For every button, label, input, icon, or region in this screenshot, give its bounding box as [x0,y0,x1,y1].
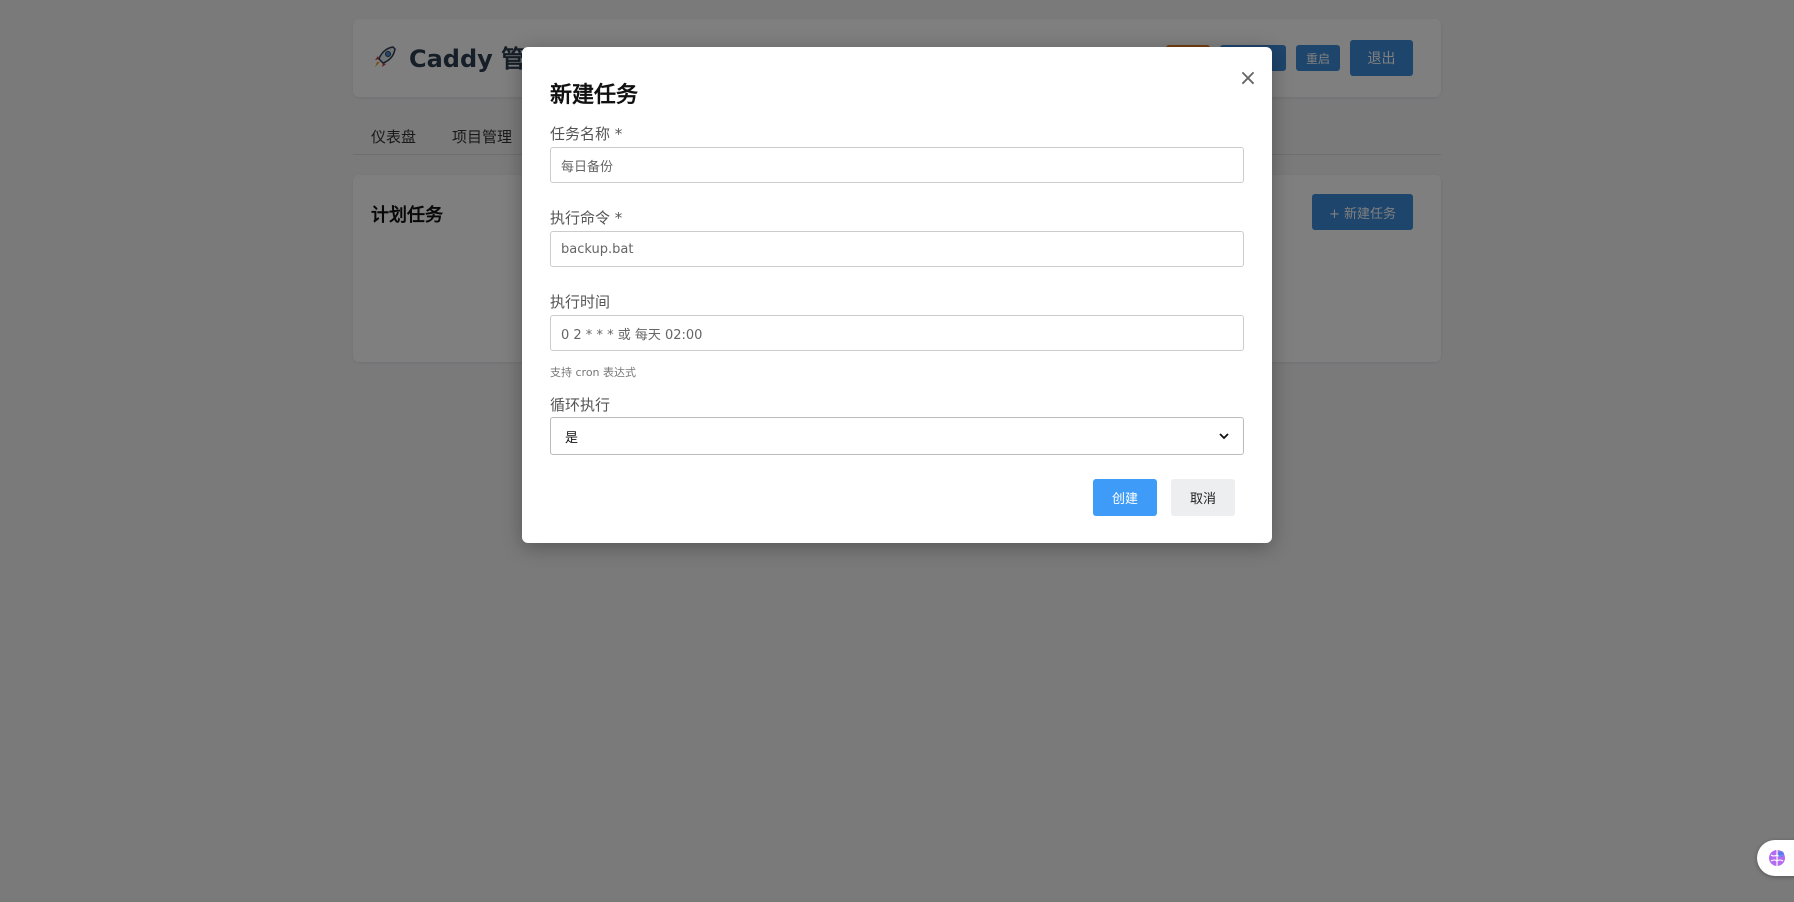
command-label: 执行命令 * [550,209,623,227]
chevron-down-icon [1219,433,1229,440]
task-name-input[interactable]: 每日备份 [550,147,1244,183]
repeat-select[interactable]: 是 [550,417,1244,455]
task-name-label: 任务名称 * [550,125,623,143]
create-button[interactable]: 创建 [1093,479,1157,516]
brain-icon [1769,850,1785,866]
repeat-select-value: 是 [565,430,579,446]
repeat-label: 循环执行 [550,396,611,414]
time-label: 执行时间 [550,293,611,311]
cancel-button[interactable]: 取消 [1171,479,1235,516]
time-input[interactable]: 0 2 * * * 或 每天 02:00 [550,315,1244,351]
close-icon[interactable]: × [1236,67,1260,91]
modal-title: 新建任务 [550,83,639,108]
command-input[interactable]: backup.bat [550,231,1244,267]
time-hint: 支持 cron 表达式 [550,366,637,379]
assistant-float-button[interactable] [1757,840,1794,876]
new-task-modal: 新建任务 × 任务名称 * 每日备份 执行命令 * backup.bat 执行时… [522,47,1272,543]
